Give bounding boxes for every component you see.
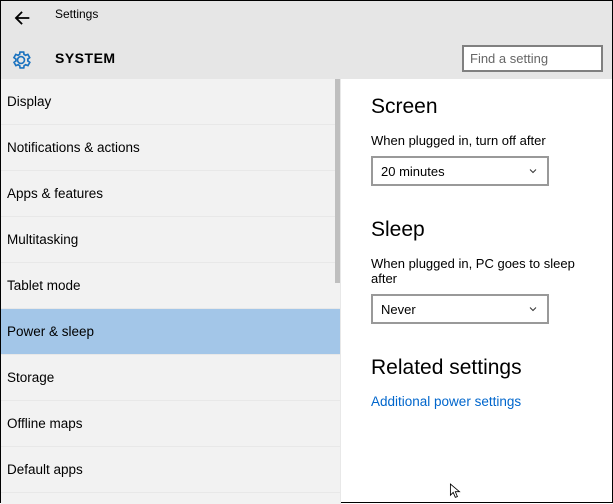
sidebar-item-label: Storage: [7, 370, 54, 385]
back-button[interactable]: [11, 7, 33, 29]
section-heading-related: Related settings: [371, 356, 596, 380]
screen-timeout-dropdown[interactable]: 20 minutes: [371, 156, 549, 186]
back-arrow-icon: [11, 7, 33, 29]
sidebar-item-default-apps[interactable]: Default apps: [1, 447, 340, 493]
sidebar-item-notifications[interactable]: Notifications & actions: [1, 125, 340, 171]
section-heading-sleep: Sleep: [371, 218, 596, 242]
sidebar-item-tablet-mode[interactable]: Tablet mode: [1, 263, 340, 309]
sidebar: Display Notifications & actions Apps & f…: [1, 79, 341, 504]
scrollbar[interactable]: [335, 79, 340, 283]
dropdown-value: 20 minutes: [381, 164, 445, 179]
dropdown-value: Never: [381, 302, 416, 317]
screen-plugged-label: When plugged in, turn off after: [371, 133, 596, 148]
sidebar-item-power-sleep[interactable]: Power & sleep: [1, 309, 340, 355]
sidebar-item-label: Default apps: [7, 462, 83, 477]
sidebar-item-label: Notifications & actions: [7, 140, 140, 155]
sidebar-item-label: Offline maps: [7, 416, 83, 431]
sidebar-item-label: Tablet mode: [7, 278, 81, 293]
sidebar-item-offline-maps[interactable]: Offline maps: [1, 401, 340, 447]
sleep-timeout-dropdown[interactable]: Never: [371, 294, 549, 324]
chevron-down-icon: [527, 165, 539, 177]
section-heading-screen: Screen: [371, 95, 596, 119]
page-title: SYSTEM: [55, 50, 116, 66]
additional-power-link[interactable]: Additional power settings: [371, 394, 596, 409]
sidebar-item-label: Power & sleep: [7, 324, 94, 339]
sleep-plugged-label: When plugged in, PC goes to sleep after: [371, 256, 596, 286]
sidebar-item-label: Multitasking: [7, 232, 78, 247]
search-input[interactable]: [462, 45, 603, 72]
sidebar-item-multitasking[interactable]: Multitasking: [1, 217, 340, 263]
chevron-down-icon: [527, 303, 539, 315]
sidebar-item-label: Apps & features: [7, 186, 103, 201]
window-title: Settings: [55, 7, 98, 21]
sidebar-item-apps[interactable]: Apps & features: [1, 171, 340, 217]
sidebar-item-label: Display: [7, 94, 51, 109]
header: Settings SYSTEM: [1, 1, 612, 79]
main-panel: Screen When plugged in, turn off after 2…: [341, 79, 612, 504]
gear-icon: [10, 49, 32, 71]
sidebar-item-storage[interactable]: Storage: [1, 355, 340, 401]
sidebar-item-display[interactable]: Display: [1, 79, 340, 125]
content: Display Notifications & actions Apps & f…: [1, 79, 612, 504]
